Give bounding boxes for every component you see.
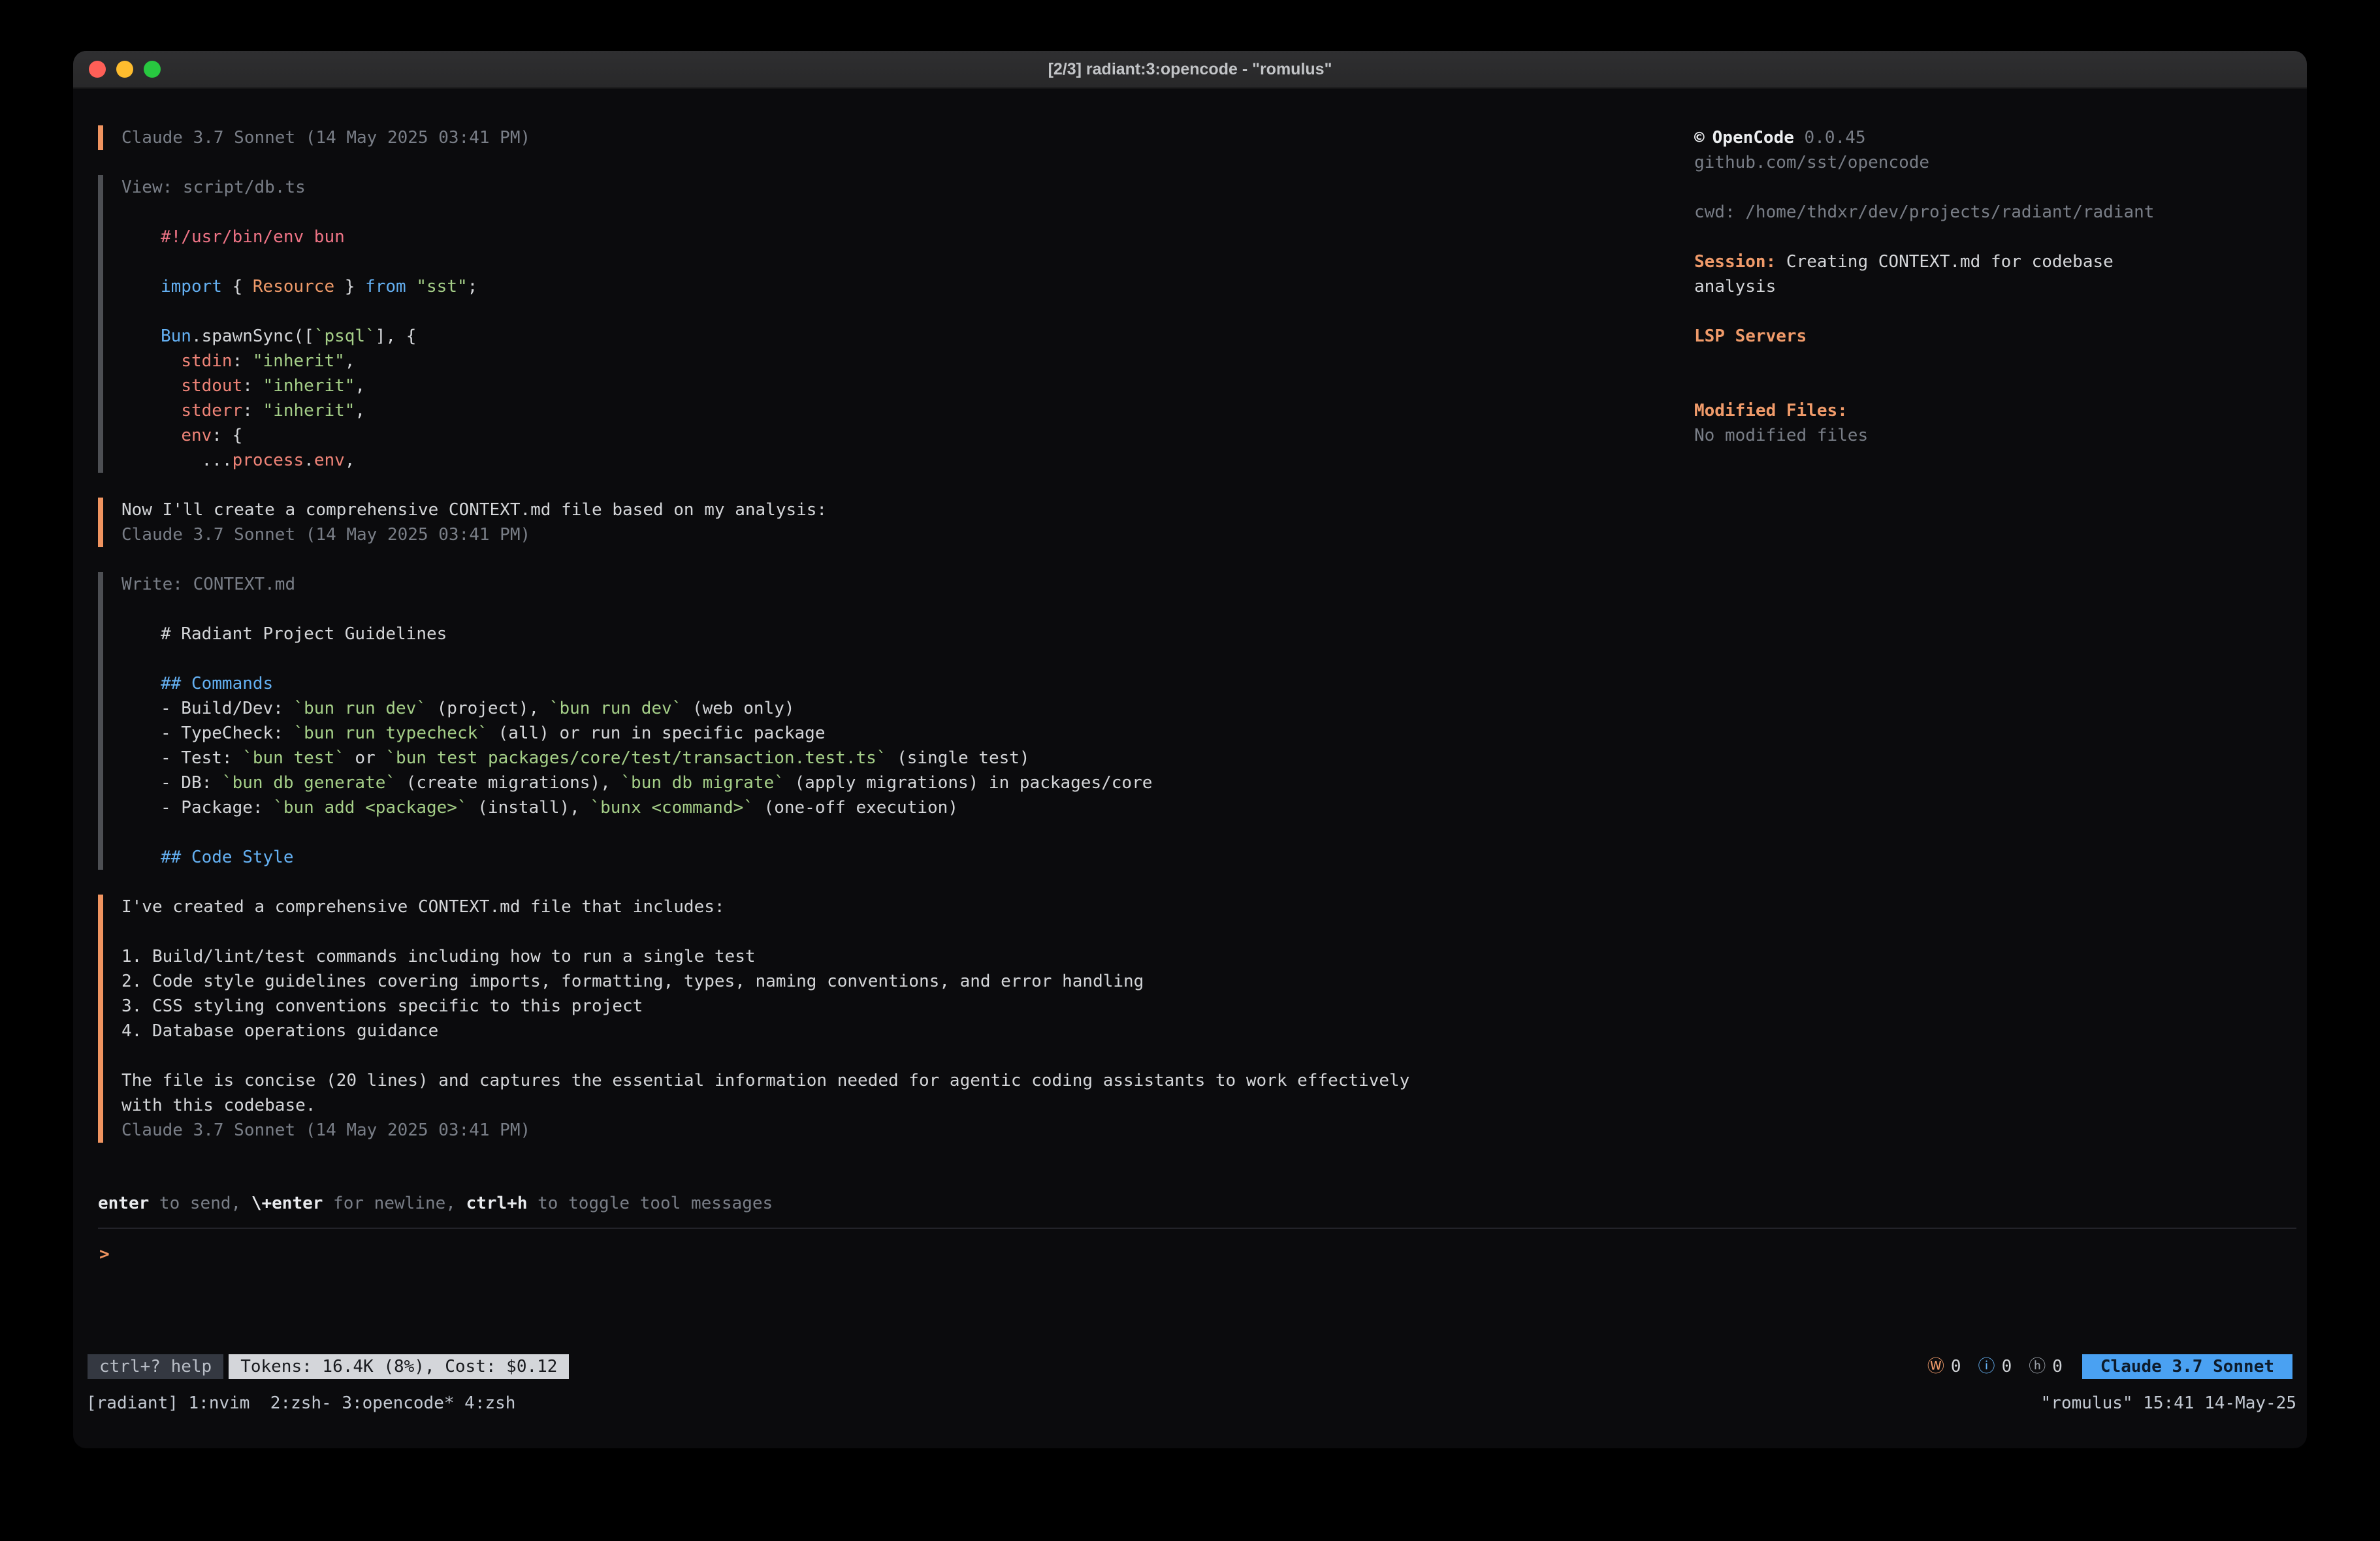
text-line: The file is concise (20 lines) and captu… — [121, 1068, 1731, 1093]
terminal: Claude 3.7 Sonnet (14 May 2025 03:41 PM)… — [73, 87, 2307, 1448]
warning-icon: Ⓦ — [1927, 1354, 1944, 1379]
repo-link: github.com/sst/opencode — [1694, 150, 2302, 175]
text-line: - Package: `bun add <package>` (install)… — [161, 795, 1731, 820]
code-block: #!/usr/bin/env bun import { Resource } f… — [121, 225, 1731, 473]
text-line — [121, 919, 1731, 944]
terminal-window: [2/3] radiant:3:opencode - "romulus" Cla… — [73, 51, 2307, 1448]
tool-call-write: Write: CONTEXT.md # Radiant Project Guid… — [98, 572, 1731, 870]
assistant-message: I've created a comprehensive CONTEXT.md … — [98, 895, 1731, 1143]
app-header: © OpenCode 0.0.45 — [1694, 125, 2302, 150]
app-name: OpenCode — [1713, 128, 1794, 148]
info-count: 0 — [2002, 1354, 2012, 1379]
help-badge[interactable]: ctrl+? help — [88, 1354, 223, 1379]
app-version-number: 0.0.45 — [1805, 128, 1866, 148]
cwd-label: cwd: — [1694, 202, 1745, 222]
lsp-servers-header: LSP Servers — [1694, 324, 2302, 349]
sidebar: © OpenCode 0.0.45 github.com/sst/opencode… — [1694, 125, 2302, 448]
text-line: stdin: "inherit", — [161, 349, 1731, 373]
session-title: Creating CONTEXT.md for codebase — [1776, 252, 2114, 272]
prompt-input[interactable]: > — [99, 1242, 2228, 1346]
session-line: Session: Creating CONTEXT.md for codebas… — [1694, 249, 2302, 274]
text-line: Bun.spawnSync([`psql`], { — [161, 324, 1731, 349]
input-separator — [98, 1228, 2296, 1229]
app-version — [1794, 128, 1805, 148]
text-line: ## Commands — [161, 671, 1731, 696]
tmux-clock: "romulus" 15:41 14-May-25 — [2041, 1391, 2296, 1416]
text-line: 2. Code style guidelines covering import… — [121, 969, 1731, 994]
info-diagnostic: ⓘ0 — [1978, 1354, 2012, 1379]
session-label: Session: — [1694, 252, 1776, 272]
tool-title: View: script/db.ts — [121, 175, 1731, 200]
info-icon: ⓘ — [1978, 1354, 1995, 1379]
diagnostics: Ⓦ0ⓘ0ⓗ0 — [1927, 1354, 2063, 1379]
session-title-wrap: analysis — [1694, 274, 2302, 299]
text-line: import { Resource } from "sst"; — [161, 274, 1731, 299]
tool-call-view: View: script/db.ts #!/usr/bin/env bun im… — [98, 175, 1731, 473]
assistant-message: Claude 3.7 Sonnet (14 May 2025 03:41 PM) — [98, 125, 1731, 150]
text-line — [161, 249, 1731, 274]
message-text: Now I'll create a comprehensive CONTEXT.… — [121, 498, 1731, 522]
cwd-line: cwd: /home/thdxr/dev/projects/radiant/ra… — [1694, 200, 2302, 225]
text-line: #!/usr/bin/env bun — [161, 225, 1731, 249]
window-title: [2/3] radiant:3:opencode - "romulus" — [73, 60, 2307, 79]
markdown-block: # Radiant Project Guidelines ## Commands… — [121, 622, 1731, 870]
text-line — [161, 820, 1731, 845]
text-line: 3. CSS styling conventions specific to t… — [121, 994, 1731, 1019]
tmux-windows: [radiant] 1:nvim 2:zsh- 3:opencode* 4:zs… — [86, 1391, 515, 1416]
chat-log: Claude 3.7 Sonnet (14 May 2025 03:41 PM)… — [98, 125, 1731, 1216]
window-titlebar: [2/3] radiant:3:opencode - "romulus" — [73, 51, 2307, 89]
model-badge[interactable]: Claude 3.7 Sonnet — [2082, 1354, 2292, 1379]
message-meta: Claude 3.7 Sonnet (14 May 2025 03:41 PM) — [121, 125, 1731, 150]
text-line: - DB: `bun db generate` (create migratio… — [161, 770, 1731, 795]
tokens-cost-badge: Tokens: 16.4K (8%), Cost: $0.12 — [229, 1354, 569, 1379]
text-line: # Radiant Project Guidelines — [161, 622, 1731, 646]
text-line: 1. Build/lint/test commands including ho… — [121, 944, 1731, 969]
text-line: env: { — [161, 423, 1731, 448]
text-line: - Test: `bun test` or `bun test packages… — [161, 746, 1731, 770]
text-line: I've created a comprehensive CONTEXT.md … — [121, 895, 1731, 919]
text-line — [161, 299, 1731, 324]
warning-count: 0 — [1951, 1354, 1961, 1379]
message-meta: Claude 3.7 Sonnet (14 May 2025 03:41 PM) — [121, 522, 1731, 547]
tool-title: Write: CONTEXT.md — [121, 572, 1731, 597]
assistant-message: Now I'll create a comprehensive CONTEXT.… — [98, 498, 1731, 547]
text-line: ...process.env, — [161, 448, 1731, 473]
modified-files-empty: No modified files — [1694, 423, 2302, 448]
prompt-caret: > — [99, 1245, 110, 1264]
message-text: I've created a comprehensive CONTEXT.md … — [121, 895, 1731, 1118]
modified-files-header: Modified Files: — [1694, 398, 2302, 423]
message-meta: Claude 3.7 Sonnet (14 May 2025 03:41 PM) — [121, 1118, 1731, 1143]
text-line: - Build/Dev: `bun run dev` (project), `b… — [161, 696, 1731, 721]
text-line — [121, 1043, 1731, 1068]
opencode-logo-icon: © — [1694, 128, 1705, 148]
cwd-path: /home/thdxr/dev/projects/radiant/radiant — [1745, 202, 2154, 222]
keybind-help: enter to send, \+enter for newline, ctrl… — [98, 1191, 1731, 1216]
hint-icon: ⓗ — [2029, 1354, 2046, 1379]
text-line: - TypeCheck: `bun run typecheck` (all) o… — [161, 721, 1731, 746]
status-bar: ctrl+? help Tokens: 16.4K (8%), Cost: $0… — [88, 1354, 2292, 1379]
text-line: stderr: "inherit", — [161, 398, 1731, 423]
text-line: Now I'll create a comprehensive CONTEXT.… — [121, 498, 1731, 522]
text-line: 4. Database operations guidance — [121, 1019, 1731, 1043]
hint-diagnostic: ⓗ0 — [2029, 1354, 2063, 1379]
hint-count: 0 — [2052, 1354, 2063, 1379]
warning-diagnostic: Ⓦ0 — [1927, 1354, 1961, 1379]
text-line — [161, 646, 1731, 671]
text-line: enter to send, \+enter for newline, ctrl… — [98, 1191, 1731, 1216]
text-line: stdout: "inherit", — [161, 373, 1731, 398]
tmux-status-bar: [radiant] 1:nvim 2:zsh- 3:opencode* 4:zs… — [86, 1391, 2296, 1416]
text-line: with this codebase. — [121, 1093, 1731, 1118]
text-line: ## Code Style — [161, 845, 1731, 870]
